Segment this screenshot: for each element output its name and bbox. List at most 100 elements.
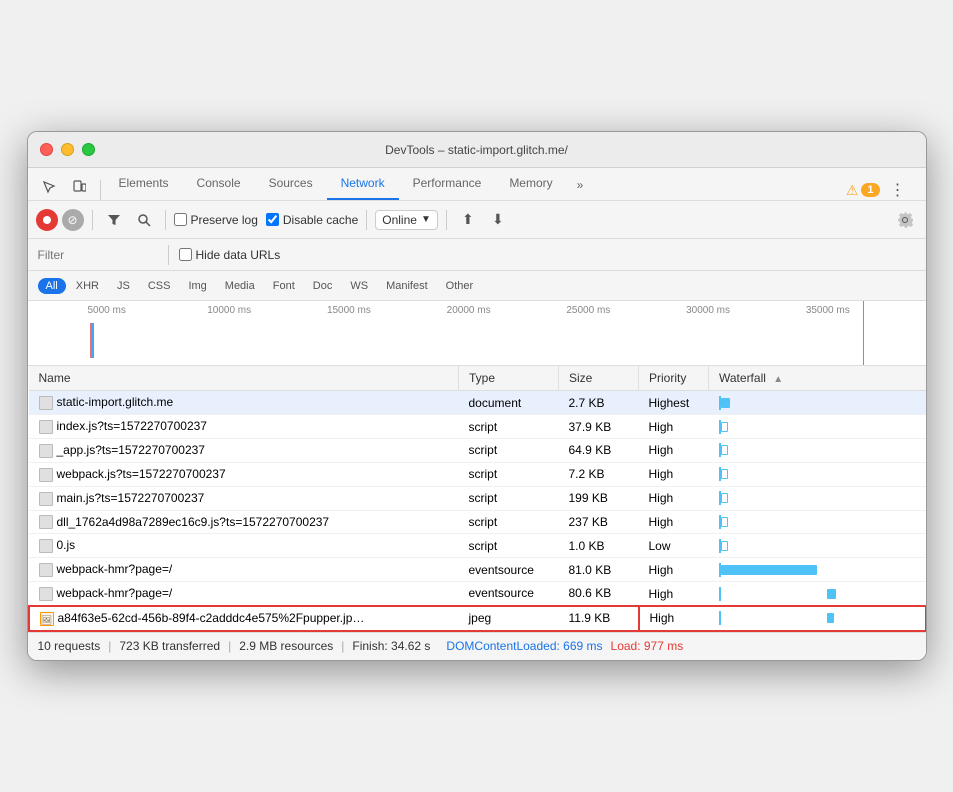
col-header-size[interactable]: Size	[559, 366, 639, 391]
table-row[interactable]: _app.js?ts=1572270700237script64.9 KBHig…	[29, 439, 926, 463]
timeline-chart	[28, 318, 926, 363]
tab-console[interactable]: Console	[183, 168, 255, 200]
warning-count: 1	[861, 183, 879, 197]
timeline-label-5: 25000 ms	[566, 305, 686, 316]
table-row[interactable]: 0.jsscript1.0 KBLow	[29, 534, 926, 558]
row-waterfall	[709, 486, 926, 510]
tab-performance[interactable]: Performance	[399, 168, 496, 200]
filter-img[interactable]: Img	[180, 278, 214, 294]
tab-network[interactable]: Network	[327, 168, 399, 200]
filter-xhr[interactable]: XHR	[68, 278, 107, 294]
timeline-label-7: 35000 ms	[806, 305, 926, 316]
network-table-container: Name Type Size Priority Waterfall	[28, 366, 926, 631]
filter-sep	[168, 245, 169, 265]
cursor-tool[interactable]	[36, 174, 62, 200]
row-priority: Low	[639, 534, 709, 558]
window-title: DevTools – static-import.glitch.me/	[385, 143, 568, 157]
table-row[interactable]: main.js?ts=1572270700237script199 KBHigh	[29, 486, 926, 510]
row-priority: High	[639, 581, 709, 605]
file-icon	[39, 539, 53, 553]
export-button[interactable]: ⬇	[485, 207, 511, 233]
preserve-log-checkbox[interactable]	[174, 213, 187, 226]
file-icon	[39, 587, 53, 601]
filter-media[interactable]: Media	[217, 278, 263, 294]
filter-doc[interactable]: Doc	[305, 278, 341, 294]
row-waterfall	[709, 462, 926, 486]
file-icon	[39, 492, 53, 506]
disable-cache-checkbox[interactable]	[266, 213, 279, 226]
filter-ws[interactable]: WS	[342, 278, 376, 294]
device-tool[interactable]	[66, 174, 92, 200]
filter-button[interactable]	[101, 207, 127, 233]
row-type: eventsource	[459, 581, 559, 605]
row-size: 237 KB	[559, 510, 639, 534]
maximize-button[interactable]	[82, 143, 95, 156]
warning-indicator[interactable]: ⚠ 1	[846, 182, 880, 199]
row-size: 64.9 KB	[559, 439, 639, 463]
file-icon	[39, 468, 53, 482]
table-row[interactable]: index.js?ts=1572270700237script37.9 KBHi…	[29, 415, 926, 439]
minimize-button[interactable]	[61, 143, 74, 156]
row-type: script	[459, 462, 559, 486]
tab-more-button[interactable]: »	[567, 170, 594, 200]
online-label: Online	[382, 213, 417, 227]
table-row[interactable]: webpack-hmr?page=/eventsource81.0 KBHigh	[29, 558, 926, 582]
tab-memory[interactable]: Memory	[495, 168, 566, 200]
row-type: script	[459, 510, 559, 534]
col-header-type[interactable]: Type	[459, 366, 559, 391]
filter-other[interactable]: Other	[438, 278, 482, 294]
row-priority: High	[639, 510, 709, 534]
row-priority: High	[639, 415, 709, 439]
table-row[interactable]: webpack.js?ts=1572270700237script7.2 KBH…	[29, 462, 926, 486]
table-row[interactable]: 🖼a84f63e5-62cd-456b-89f4-c2adddc4e575%2F…	[29, 606, 926, 631]
filter-bar: Hide data URLs	[28, 239, 926, 271]
row-name: webpack-hmr?page=/	[57, 562, 173, 576]
row-type: eventsource	[459, 558, 559, 582]
col-header-priority[interactable]: Priority	[639, 366, 709, 391]
col-header-waterfall[interactable]: Waterfall ▲	[709, 366, 926, 391]
filter-js[interactable]: JS	[109, 278, 138, 294]
filter-manifest[interactable]: Manifest	[378, 278, 436, 294]
table-row[interactable]: static-import.glitch.medocument2.7 KBHig…	[29, 391, 926, 415]
preserve-log-toggle[interactable]: Preserve log	[174, 213, 258, 227]
settings-button[interactable]	[892, 207, 918, 233]
hide-data-urls-checkbox[interactable]	[179, 248, 192, 261]
status-bar: 10 requests | 723 KB transferred | 2.9 M…	[28, 632, 926, 660]
hide-data-urls-toggle[interactable]: Hide data URLs	[179, 248, 281, 262]
timeline-label-1: 5000 ms	[88, 305, 208, 316]
row-waterfall	[709, 439, 926, 463]
close-button[interactable]	[40, 143, 53, 156]
table-row[interactable]: dll_1762a4d98a7289ec16c9.js?ts=157227070…	[29, 510, 926, 534]
table-wrapper[interactable]: Name Type Size Priority Waterfall	[28, 366, 926, 631]
filter-input[interactable]	[38, 248, 158, 262]
col-header-name[interactable]: Name	[29, 366, 459, 391]
row-name: dll_1762a4d98a7289ec16c9.js?ts=157227070…	[57, 515, 330, 529]
row-name: main.js?ts=1572270700237	[57, 491, 205, 505]
tab-sources[interactable]: Sources	[255, 168, 327, 200]
disable-cache-label: Disable cache	[283, 213, 358, 227]
import-button[interactable]: ⬆	[455, 207, 481, 233]
row-name: webpack.js?ts=1572270700237	[57, 467, 226, 481]
file-icon	[39, 563, 53, 577]
tab-elements[interactable]: Elements	[105, 168, 183, 200]
network-throttle-select[interactable]: Online ▼	[375, 210, 438, 230]
table-row[interactable]: webpack-hmr?page=/eventsource80.6 KBHigh	[29, 581, 926, 605]
timeline-area[interactable]: 5000 ms 10000 ms 15000 ms 20000 ms 25000…	[28, 301, 926, 366]
timeline-label-6: 30000 ms	[686, 305, 806, 316]
row-type: document	[459, 391, 559, 415]
search-button[interactable]	[131, 207, 157, 233]
filter-all[interactable]: All	[38, 278, 66, 294]
toolbar-sep-4	[446, 210, 447, 230]
row-type: script	[459, 486, 559, 510]
disable-cache-toggle[interactable]: Disable cache	[266, 213, 358, 227]
status-load: Load: 977 ms	[611, 639, 684, 653]
row-priority: High	[639, 558, 709, 582]
row-priority: High	[639, 462, 709, 486]
more-options-button[interactable]: ⋮	[886, 180, 910, 200]
filter-css[interactable]: CSS	[140, 278, 179, 294]
row-waterfall	[709, 391, 926, 415]
row-waterfall	[709, 534, 926, 558]
filter-font[interactable]: Font	[265, 278, 303, 294]
record-button[interactable]	[36, 209, 58, 231]
stop-button[interactable]: ⊘	[62, 209, 84, 231]
